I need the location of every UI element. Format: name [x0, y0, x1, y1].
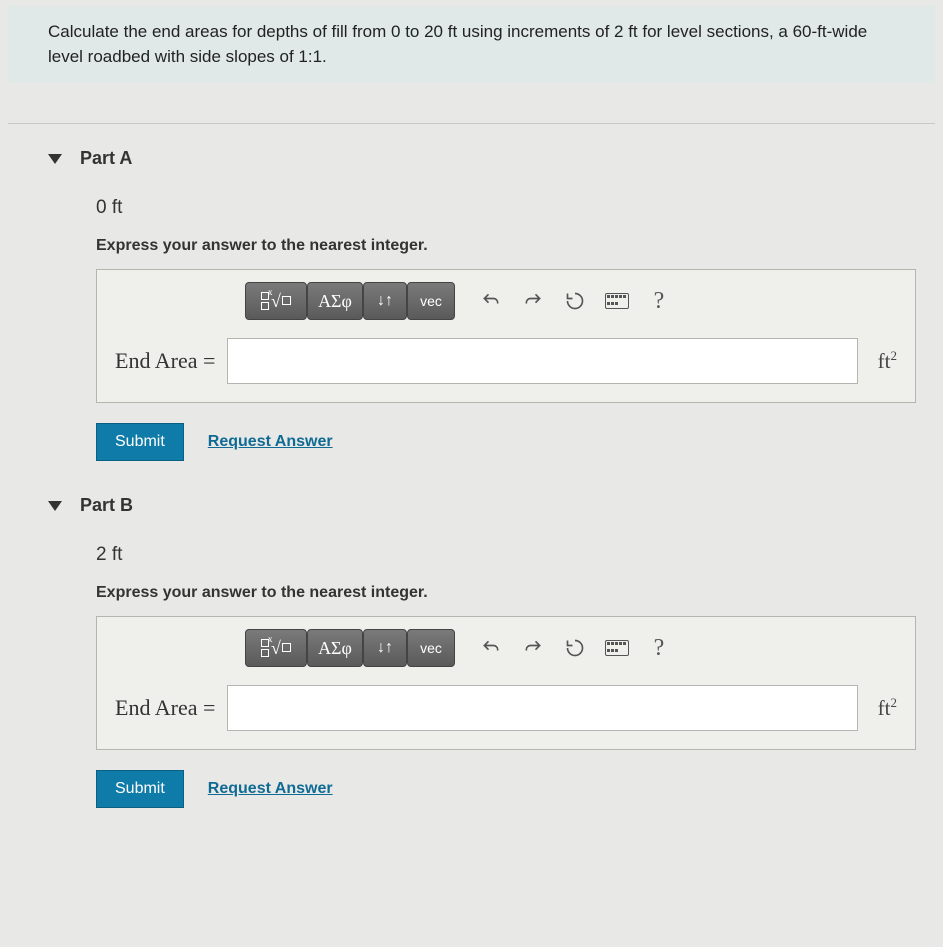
keyboard-icon: [605, 640, 629, 656]
answer-box-b: x√ ΑΣφ ↓↑ vec: [96, 616, 916, 750]
reset-button[interactable]: [557, 283, 593, 319]
toolbar-b: x√ ΑΣφ ↓↑ vec: [115, 629, 897, 667]
caret-down-icon: [48, 501, 62, 511]
part-b-instruction: Express your answer to the nearest integ…: [96, 584, 895, 602]
part-a-header[interactable]: Part A: [48, 148, 895, 169]
caret-down-icon: [48, 154, 62, 164]
vec-button[interactable]: vec: [407, 282, 455, 320]
reset-icon: [565, 638, 585, 658]
submit-button-b[interactable]: Submit: [96, 770, 184, 808]
templates-button[interactable]: x√: [245, 629, 307, 667]
keyboard-icon: [605, 293, 629, 309]
end-area-label: End Area =: [115, 695, 221, 721]
redo-button[interactable]: [515, 283, 551, 319]
answer-input-b[interactable]: [227, 685, 857, 731]
undo-icon: [481, 638, 501, 658]
part-a-depth: 0 ft: [96, 197, 895, 219]
help-button[interactable]: ?: [641, 283, 677, 319]
templates-button[interactable]: x√: [245, 282, 307, 320]
unit-label: ft2: [864, 695, 897, 721]
undo-button[interactable]: [473, 283, 509, 319]
question-prompt: Calculate the end areas for depths of fi…: [8, 6, 935, 83]
reset-button[interactable]: [557, 630, 593, 666]
answer-box-a: x√ ΑΣφ ↓↑ vec: [96, 269, 916, 403]
undo-icon: [481, 291, 501, 311]
greek-button[interactable]: ΑΣφ: [307, 282, 363, 320]
redo-icon: [523, 291, 543, 311]
reset-icon: [565, 291, 585, 311]
answer-input-a[interactable]: [227, 338, 857, 384]
unit-label: ft2: [864, 348, 897, 374]
part-b-title: Part B: [80, 495, 133, 516]
part-a: Part A 0 ft Express your answer to the n…: [8, 124, 935, 471]
greek-button[interactable]: ΑΣφ: [307, 629, 363, 667]
keyboard-button[interactable]: [599, 630, 635, 666]
subsup-button[interactable]: ↓↑: [363, 629, 407, 667]
redo-button[interactable]: [515, 630, 551, 666]
subsup-button[interactable]: ↓↑: [363, 282, 407, 320]
part-b-depth: 2 ft: [96, 544, 895, 566]
submit-button-a[interactable]: Submit: [96, 423, 184, 461]
vec-button[interactable]: vec: [407, 629, 455, 667]
toolbar-a: x√ ΑΣφ ↓↑ vec: [115, 282, 897, 320]
end-area-label: End Area =: [115, 348, 221, 374]
undo-button[interactable]: [473, 630, 509, 666]
request-answer-link-a[interactable]: Request Answer: [208, 433, 333, 451]
help-button[interactable]: ?: [641, 630, 677, 666]
keyboard-button[interactable]: [599, 283, 635, 319]
part-a-title: Part A: [80, 148, 132, 169]
redo-icon: [523, 638, 543, 658]
part-b: Part B 2 ft Express your answer to the n…: [8, 471, 935, 818]
request-answer-link-b[interactable]: Request Answer: [208, 780, 333, 798]
part-b-header[interactable]: Part B: [48, 495, 895, 516]
part-a-instruction: Express your answer to the nearest integ…: [96, 237, 895, 255]
